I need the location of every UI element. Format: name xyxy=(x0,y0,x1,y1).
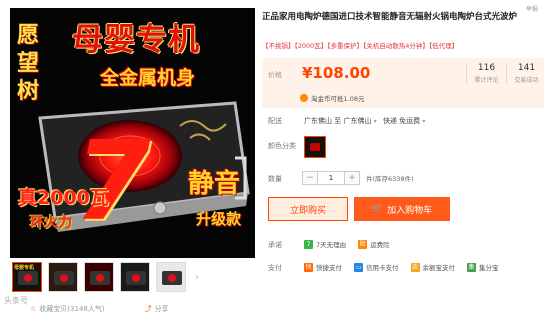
payment-item[interactable]: 余余额宝支付 xyxy=(410,262,456,272)
cart-icon: 🛒 xyxy=(371,204,384,214)
coin-coupon: 淘金币可抵1.08元 xyxy=(300,93,364,103)
thumbnail-cooktop xyxy=(90,271,110,285)
return-icon: 7 xyxy=(304,239,313,249)
share-label: 分享 xyxy=(154,305,169,313)
quantity-minus-button[interactable]: − xyxy=(302,171,318,185)
deals-label: 交易成功 xyxy=(514,77,539,84)
chevron-down-icon: ▾ xyxy=(422,118,426,125)
favorite-link[interactable]: ☆ 收藏宝贝(3148人气) xyxy=(30,304,105,314)
payment-label: 支付 xyxy=(268,264,282,272)
quantity-input[interactable]: 1 xyxy=(318,171,344,185)
promise-list: 7 7天无理由 险运费险 xyxy=(304,239,390,249)
thumbnail-cooktop xyxy=(54,271,74,285)
color-label: 颜色分类 xyxy=(268,142,296,150)
promise-text: 7天无理由 xyxy=(316,241,347,249)
shipping-values: 广东佛山 至 广东佛山 ▾ 快递 免运费 ▾ xyxy=(304,116,425,126)
hero-upgrade-text: 升级款 xyxy=(196,210,242,228)
shipping-insurance-icon: 险 xyxy=(358,239,368,249)
credit-card-icon: ▭ xyxy=(354,262,363,272)
payment-text: 信用卡支付 xyxy=(366,264,399,272)
shipping-to-select[interactable]: 广东佛山 ▾ xyxy=(343,117,376,125)
reviews-label: 累计评论 xyxy=(474,77,499,84)
share-icon: ⤴ xyxy=(144,305,152,313)
coupon-text: 淘金币可抵1.08元 xyxy=(311,95,365,103)
payment-text: 余额宝支付 xyxy=(422,264,456,272)
quick-pay-icon: 快 xyxy=(304,262,313,272)
thumbnail-1[interactable]: 母婴专机 xyxy=(12,262,42,292)
yuebao-icon: 余 xyxy=(410,262,420,272)
hero-power-text: 真2000瓦 xyxy=(18,187,109,209)
star-icon: ☆ xyxy=(30,305,37,313)
reviews-count: 116 xyxy=(477,63,496,73)
shipping-label: 配送 xyxy=(268,117,282,125)
chevron-down-icon: ▾ xyxy=(373,118,377,125)
share-row: ☆ 收藏宝贝(3148人气) ⤴ 分享 xyxy=(30,304,169,314)
price-label: 价格 xyxy=(268,71,282,79)
deals-stat: 141 交易成功 xyxy=(506,63,546,84)
thumbnail-2[interactable] xyxy=(48,262,78,292)
thumbnail-next-arrow[interactable]: › xyxy=(192,262,202,292)
thumbnail-cooktop xyxy=(126,271,146,285)
payment-item[interactable]: ▭ 信用卡支付 xyxy=(354,262,399,272)
hero-headline: 母婴专机 xyxy=(72,22,200,58)
thumbnail-3[interactable] xyxy=(84,262,114,292)
brand-vertical-text: 愿望树 xyxy=(17,23,40,104)
thumbnail-cooktop xyxy=(162,271,182,285)
payment-item[interactable]: 快快捷支付 xyxy=(304,262,342,272)
shipping-from: 广东佛山 xyxy=(304,117,332,125)
product-title: 正品家用电陶炉德国进口技术智能静音无辐射火锅电陶炉台式光波炉 xyxy=(262,12,518,22)
price-box: 价格 ¥108.00 116 累计评论 141 交易成功 淘金币可抵1.08元 xyxy=(262,58,544,108)
quantity-label: 数量 xyxy=(268,175,282,183)
hero-ring-text: 环火力 xyxy=(30,215,72,231)
stock-text: 件(库存6338件) xyxy=(366,175,414,183)
reviews-stat[interactable]: 116 累计评论 xyxy=(466,63,506,84)
thumbnail-4[interactable] xyxy=(120,262,150,292)
favorite-label: 收藏宝贝(3148人气) xyxy=(39,305,105,313)
shipping-method-select[interactable]: 快递 免运费 ▾ xyxy=(383,117,425,125)
add-to-cart-label: 加入购物车 xyxy=(387,205,433,216)
shipping-to: 广东佛山 xyxy=(343,117,372,125)
thumbnail-text: 母婴专机 xyxy=(14,265,35,271)
share-link[interactable]: ⤴ 分享 xyxy=(145,304,169,314)
deals-count: 141 xyxy=(517,63,536,73)
payment-list: 快快捷支付 ▭ 信用卡支付 余余额宝支付 集集分宝 xyxy=(304,262,499,272)
product-tags: 【不挑锅】【2000瓦】【多重保护】【关机自动散热4分钟】【低代理】 xyxy=(262,42,459,50)
buy-now-button[interactable]: 立即购买 xyxy=(268,197,348,221)
coin-icon xyxy=(300,94,308,102)
thumbnail-cooktop xyxy=(18,271,38,285)
thumbnail-5[interactable] xyxy=(156,262,186,292)
quantity-plus-button[interactable]: + xyxy=(344,171,360,185)
payment-text: 快捷支付 xyxy=(316,264,342,272)
jifenbao-icon: 集 xyxy=(467,262,476,272)
hero-quiet-text: 静音 xyxy=(188,169,241,199)
thumbnail-strip: 母婴专机 › xyxy=(12,262,202,292)
hero-subheadline: 全金属机身 xyxy=(100,67,196,89)
promise-label: 承诺 xyxy=(268,241,282,249)
color-swatch[interactable] xyxy=(304,136,326,158)
price-value: ¥108.00 xyxy=(302,64,371,82)
promise-item[interactable]: 险运费险 xyxy=(358,239,390,249)
add-to-cart-button[interactable]: 🛒 加入购物车 xyxy=(354,197,450,221)
payment-text: 集分宝 xyxy=(479,264,499,272)
watermark: 头条号 xyxy=(4,296,28,305)
shipping-to-word: 至 xyxy=(334,117,342,125)
payment-item[interactable]: 集集分宝 xyxy=(467,262,499,272)
hero-seven: 7 xyxy=(74,117,151,245)
shipping-method: 快递 免运费 xyxy=(382,117,421,125)
promise-text: 运费险 xyxy=(370,241,390,249)
main-product-image[interactable]: 愿望树 母婴专机 全金属机身 7 真2000瓦 环火力 静音 升级款 xyxy=(10,8,255,258)
quantity-stepper: − 1 + 件(库存6338件) xyxy=(302,171,414,185)
promise-item[interactable]: 7 7天无理由 xyxy=(304,239,346,249)
